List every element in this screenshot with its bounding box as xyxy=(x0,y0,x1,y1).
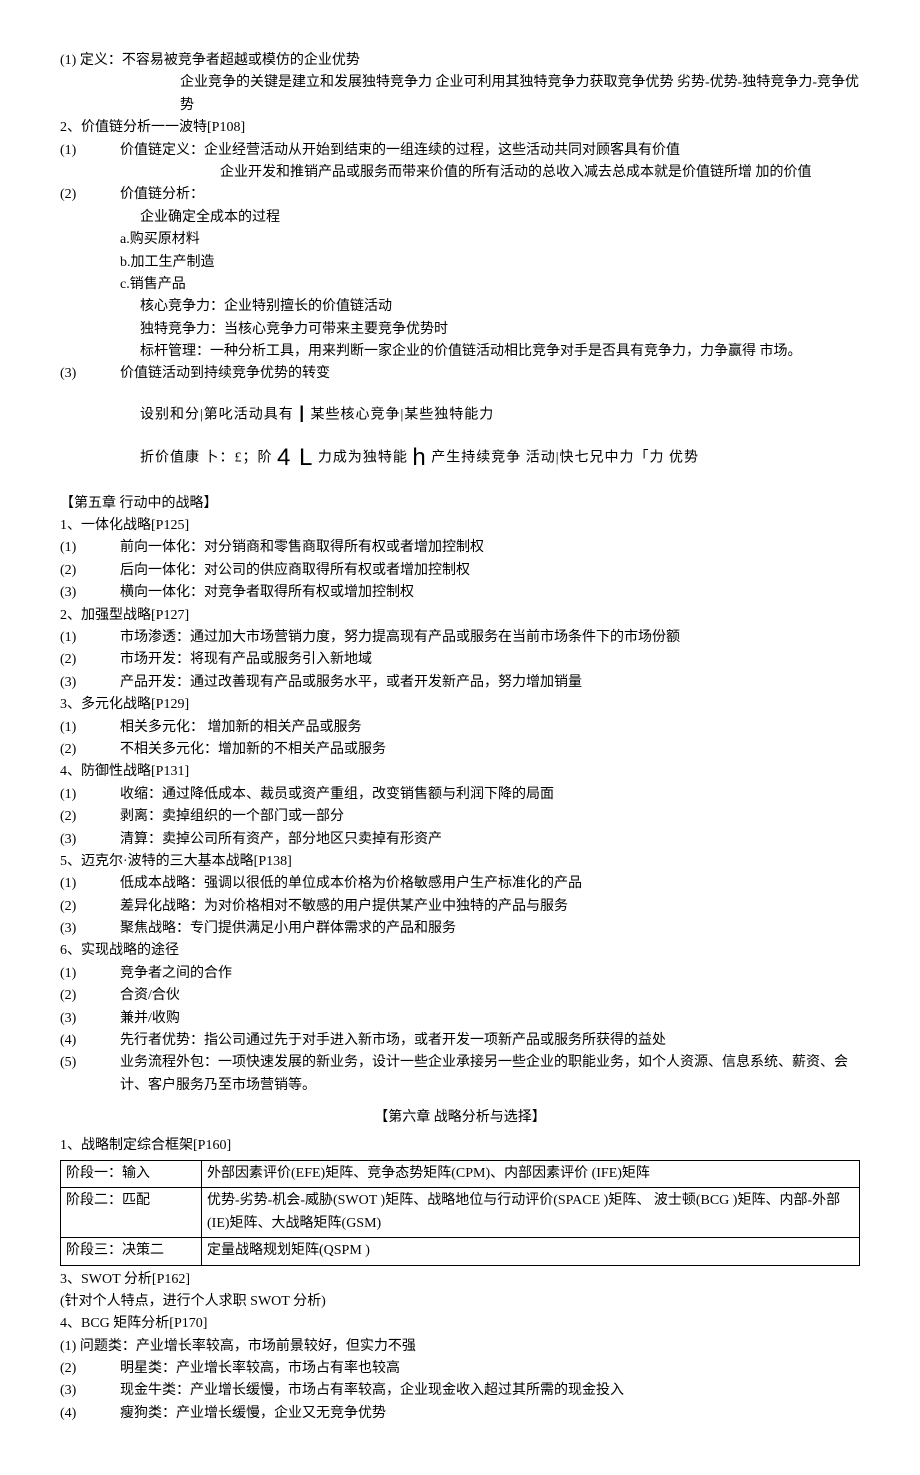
chapter-title: 【第五章 行动中的战略】 xyxy=(60,493,860,515)
line: (针对个人特点，进行个人求职 SWOT 分析) xyxy=(60,1291,860,1313)
line: 企业开发和推销产品或服务而带来价值的所有活动的总收入减去总成本就是价值链所增 加… xyxy=(60,162,860,184)
heading: 1、一体化战略[P125] xyxy=(60,515,860,537)
list-item: (3)价值链活动到持续竞争优势的转变 xyxy=(60,363,860,385)
list-item: (2)不相关多元化：增加新的不相关产品或服务 xyxy=(60,739,860,761)
list-item: (3)产品开发：通过改善现有产品或服务水平，或者开发新产品，努力增加销量 xyxy=(60,672,860,694)
list-item: (1)相关多元化： 增加新的相关产品或服务 xyxy=(60,717,860,739)
list-item: (2)差异化战略：为对价格相对不敏感的用户提供某产业中独特的产品与服务 xyxy=(60,896,860,918)
list-item: (2)市场开发：将现有产品或服务引入新地域 xyxy=(60,649,860,671)
list-item: (1)价值链定义：企业经营活动从开始到结束的一组连续的过程，这些活动共同对顾客具… xyxy=(60,140,860,162)
line: 企业竞争的关键是建立和发展独特竞争力 企业可利用其独特竞争力获取竞争优势 劣势-… xyxy=(60,72,860,117)
list-item: (3)兼并/收购 xyxy=(60,1008,860,1030)
cell: 定量战略规划矩阵(QSPM ) xyxy=(202,1238,860,1265)
list-item: (3)现金牛类：产业增长缓慢，市场占有率较高，企业现金收入超过其所需的现金投入 xyxy=(60,1380,860,1402)
table-row: 阶段三：决策二定量战略规划矩阵(QSPM ) xyxy=(61,1238,860,1265)
list-item: (5)业务流程外包：一项快速发展的新业务，设计一些企业承接另一些企业的职能业务，… xyxy=(60,1052,860,1097)
list-item: (2)后向一体化：对公司的供应商取得所有权或者增加控制权 xyxy=(60,560,860,582)
line: 核心竞争力：企业特别擅长的价值链活动 xyxy=(60,296,860,318)
list-item: (3)清算：卖掉公司所有资产，部分地区只卖掉有形资产 xyxy=(60,829,860,851)
line: 标杆管理：一种分析工具，用来判断一家企业的价值链活动相比竞争对手是否具有竞争力，… xyxy=(60,341,860,363)
list-item: (1)市场渗透：通过加大市场营销力度，努力提高现有产品或服务在当前市场条件下的市… xyxy=(60,627,860,649)
list-item: (4)先行者优势：指公司通过先于对手进入新市场，或者开发一项新产品或服务所获得的… xyxy=(60,1030,860,1052)
list-item: (3)横向一体化：对竞争者取得所有权或增加控制权 xyxy=(60,582,860,604)
heading: 3、SWOT 分析[P162] xyxy=(60,1269,860,1291)
list-item: (2)剥离：卖掉组织的一个部门或一部分 xyxy=(60,806,860,828)
list-item: (1)收缩：通过降低成本、裁员或资产重组，改变销售额与利润下降的局面 xyxy=(60,784,860,806)
list-item: (2)价值链分析： xyxy=(60,184,860,206)
line: c.销售产品 xyxy=(60,274,860,296)
list-item: (4)瘦狗类：产业增长缓慢，企业又无竞争优势 xyxy=(60,1403,860,1425)
list-item: (2)合资/合伙 xyxy=(60,985,860,1007)
line: a.购买原材料 xyxy=(60,229,860,251)
heading: 3、多元化战略[P129] xyxy=(60,694,860,716)
garbled-text: 设别和分|第叱活动具有 I 某些核心竞争|某些独特能力 xyxy=(60,396,860,434)
list-item: (1)竞争者之间的合作 xyxy=(60,963,860,985)
line: 企业确定全成本的过程 xyxy=(60,207,860,229)
table-row: 阶段二：匹配优势-劣势-机会-威胁(SWOT )矩阵、战略地位与行动评价(SPA… xyxy=(61,1188,860,1238)
line: (1) 问题类：产业增长率较高，市场前景较好，但实力不强 xyxy=(60,1336,860,1358)
heading: 6、实现战略的途径 xyxy=(60,940,860,962)
cell: 优势-劣势-机会-威胁(SWOT )矩阵、战略地位与行动评价(SPACE )矩阵… xyxy=(202,1188,860,1238)
cell: 阶段二：匹配 xyxy=(61,1188,202,1238)
framework-table: 阶段一：输入外部因素评价(EFE)矩阵、竞争态势矩阵(CPM)、内部因素评价 (… xyxy=(60,1160,860,1266)
cell: 阶段一：输入 xyxy=(61,1160,202,1187)
chapter-title: 【第六章 战略分析与选择】 xyxy=(60,1107,860,1129)
heading: 2、价值链分析一一波特[P108] xyxy=(60,117,860,139)
list-item: (1)低成本战略：强调以很低的单位成本价格为价格敏感用户生产标准化的产品 xyxy=(60,873,860,895)
list-item: (2)明星类：产业增长率较高，市场占有率也较高 xyxy=(60,1358,860,1380)
cell: 外部因素评价(EFE)矩阵、竞争态势矩阵(CPM)、内部因素评价 (IFE)矩阵 xyxy=(202,1160,860,1187)
line: b.加工生产制造 xyxy=(60,252,860,274)
garbled-text: 折价值康 卜：£；阶 4 L 力成为独特能 h 产生持续竞争 活动|快七兄中力「… xyxy=(60,439,860,477)
heading: 1、战略制定综合框架[P160] xyxy=(60,1135,860,1157)
heading: 2、加强型战略[P127] xyxy=(60,605,860,627)
line: (1) 定义：不容易被竞争者超越或模仿的企业优势 xyxy=(60,50,860,72)
table-row: 阶段一：输入外部因素评价(EFE)矩阵、竞争态势矩阵(CPM)、内部因素评价 (… xyxy=(61,1160,860,1187)
list-item: (3)聚焦战略：专门提供满足小用户群体需求的产品和服务 xyxy=(60,918,860,940)
line: 独特竞争力：当核心竞争力可带来主要竞争优势时 xyxy=(60,319,860,341)
heading: 4、BCG 矩阵分析[P170] xyxy=(60,1313,860,1335)
heading: 5、迈克尔·波特的三大基本战略[P138] xyxy=(60,851,860,873)
list-item: (1)前向一体化：对分销商和零售商取得所有权或者增加控制权 xyxy=(60,537,860,559)
heading: 4、防御性战略[P131] xyxy=(60,761,860,783)
cell: 阶段三：决策二 xyxy=(61,1238,202,1265)
